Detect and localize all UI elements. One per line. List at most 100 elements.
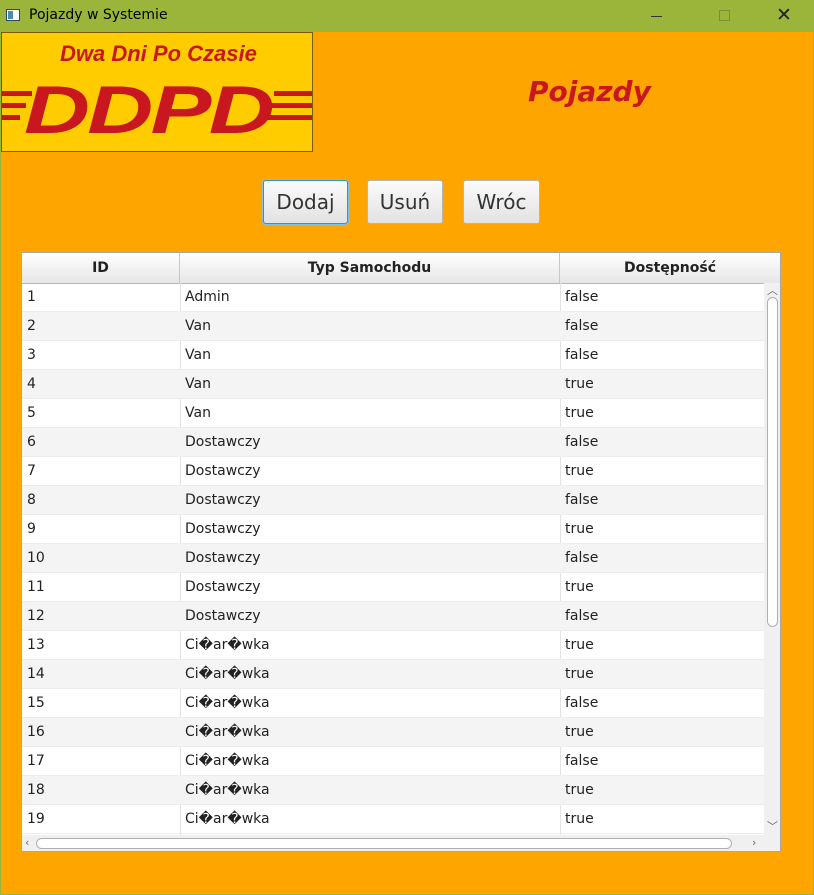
- logo-mark: DDPD: [24, 72, 273, 148]
- cell-vehicle-type: Dostawczy: [185, 521, 261, 537]
- maximize-icon: [719, 10, 730, 21]
- cell-id: 18: [27, 782, 45, 798]
- cell-id: 2: [27, 318, 36, 334]
- cell-availability: false: [565, 695, 599, 711]
- vertical-scroll-thumb[interactable]: [767, 297, 778, 627]
- cell-availability: false: [565, 608, 599, 624]
- cell-id: 8: [27, 492, 36, 508]
- table-row[interactable]: 5 Van true: [22, 399, 764, 428]
- app-window-icon: [6, 9, 20, 21]
- scroll-up-icon[interactable]: ︿: [767, 285, 778, 296]
- vertical-scrollbar[interactable]: ︿ ﹀: [764, 283, 780, 835]
- table-row[interactable]: 3 Van false: [22, 341, 764, 370]
- maximize-button[interactable]: [702, 0, 748, 32]
- logo-tagline: Dwa Dni Po Czasie: [60, 41, 257, 66]
- cell-availability: false: [565, 289, 599, 305]
- page-title: Pojazdy: [528, 75, 651, 108]
- table-row[interactable]: 10 Dostawczy false: [22, 544, 764, 573]
- cell-availability: true: [565, 463, 594, 479]
- cell-availability: true: [565, 521, 594, 537]
- cell-vehicle-type: Van: [185, 405, 211, 421]
- cell-availability: true: [565, 666, 594, 682]
- cell-vehicle-type: Dostawczy: [185, 579, 261, 595]
- close-button[interactable]: ✕: [760, 0, 806, 32]
- horizontal-scroll-thumb[interactable]: [36, 838, 732, 849]
- table-row[interactable]: 6 Dostawczy false: [22, 428, 764, 457]
- column-header-availability[interactable]: Dostępność: [560, 253, 780, 283]
- table-row[interactable]: 7 Dostawczy true: [22, 457, 764, 486]
- cell-vehicle-type: Ci�ar�wka: [185, 782, 270, 798]
- cell-id: 16: [27, 724, 45, 740]
- table-row[interactable]: 1 Admin false: [22, 283, 764, 312]
- cell-id: 11: [27, 579, 45, 595]
- cell-id: 15: [27, 695, 45, 711]
- cell-vehicle-type: Van: [185, 318, 211, 334]
- remove-button[interactable]: Usuń: [367, 180, 443, 224]
- close-icon: ✕: [776, 4, 792, 26]
- cell-availability: false: [565, 318, 599, 334]
- window-title: Pojazdy w Systemie: [29, 7, 168, 23]
- cell-id: 14: [27, 666, 45, 682]
- cell-id: 5: [27, 405, 36, 421]
- cell-availability: true: [565, 579, 594, 595]
- table-row[interactable]: 17 Ci�ar�wka false: [22, 747, 764, 776]
- table-row[interactable]: 13 Ci�ar�wka true: [22, 631, 764, 660]
- app-window: Pojazdy w Systemie ✕ Dwa Dni Po Czasie D…: [0, 0, 814, 895]
- cell-id: 4: [27, 376, 36, 392]
- cell-id: 10: [27, 550, 45, 566]
- column-header-type[interactable]: Typ Samochodu: [180, 253, 560, 283]
- column-header-id[interactable]: ID: [22, 253, 180, 283]
- scroll-right-icon[interactable]: ›: [752, 837, 756, 848]
- cell-availability: false: [565, 550, 599, 566]
- cell-id: 6: [27, 434, 36, 450]
- cell-vehicle-type: Dostawczy: [185, 550, 261, 566]
- cell-availability: true: [565, 376, 594, 392]
- company-logo: Dwa Dni Po Czasie DDPD: [1, 32, 313, 152]
- cell-availability: true: [565, 724, 594, 740]
- cell-vehicle-type: Dostawczy: [185, 434, 261, 450]
- cell-vehicle-type: Dostawczy: [185, 608, 261, 624]
- cell-vehicle-type: Van: [185, 347, 211, 363]
- scroll-left-icon[interactable]: ‹: [25, 837, 29, 848]
- cell-id: 12: [27, 608, 45, 624]
- table-row[interactable]: 11 Dostawczy true: [22, 573, 764, 602]
- table-row[interactable]: 18 Ci�ar�wka true: [22, 776, 764, 805]
- minimize-icon: [651, 16, 662, 17]
- table-row[interactable]: 12 Dostawczy false: [22, 602, 764, 631]
- cell-availability: false: [565, 492, 599, 508]
- cell-vehicle-type: Dostawczy: [185, 492, 261, 508]
- table-body: 1 Admin false 2 Van false 3 Van false 4 Van true 5 Va…: [22, 283, 764, 834]
- minimize-button[interactable]: [632, 0, 678, 32]
- cell-availability: true: [565, 782, 594, 798]
- table-row[interactable]: 19 Ci�ar�wka true: [22, 805, 764, 834]
- cell-id: 1: [27, 289, 36, 305]
- table-header: ID Typ Samochodu Dostępność: [22, 253, 780, 284]
- cell-availability: false: [565, 347, 599, 363]
- table-row[interactable]: 2 Van false: [22, 312, 764, 341]
- cell-availability: true: [565, 637, 594, 653]
- table-row[interactable]: 9 Dostawczy true: [22, 515, 764, 544]
- back-button[interactable]: Wróc: [463, 180, 540, 224]
- cell-id: 7: [27, 463, 36, 479]
- cell-availability: false: [565, 434, 599, 450]
- add-button[interactable]: Dodaj: [263, 180, 348, 224]
- cell-availability: false: [565, 753, 599, 769]
- cell-availability: true: [565, 405, 594, 421]
- cell-vehicle-type: Ci�ar�wka: [185, 637, 270, 653]
- table-row[interactable]: 14 Ci�ar�wka true: [22, 660, 764, 689]
- table-row[interactable]: 4 Van true: [22, 370, 764, 399]
- horizontal-scrollbar[interactable]: ‹ ›: [22, 835, 780, 851]
- scroll-down-icon[interactable]: ﹀: [767, 821, 778, 832]
- table-row[interactable]: 15 Ci�ar�wka false: [22, 689, 764, 718]
- cell-id: 3: [27, 347, 36, 363]
- cell-vehicle-type: Ci�ar�wka: [185, 666, 270, 682]
- cell-id: 19: [27, 811, 45, 827]
- cell-id: 9: [27, 521, 36, 537]
- cell-vehicle-type: Dostawczy: [185, 463, 261, 479]
- main-content: Dwa Dni Po Czasie DDPD Pojazdy Dodaj Usu…: [1, 32, 813, 894]
- cell-vehicle-type: Ci�ar�wka: [185, 695, 270, 711]
- vehicles-table: ID Typ Samochodu Dostępność 1 Admin false 2…: [21, 252, 781, 852]
- table-row[interactable]: 8 Dostawczy false: [22, 486, 764, 515]
- table-row[interactable]: 16 Ci�ar�wka true: [22, 718, 764, 747]
- title-bar[interactable]: Pojazdy w Systemie ✕: [0, 0, 814, 32]
